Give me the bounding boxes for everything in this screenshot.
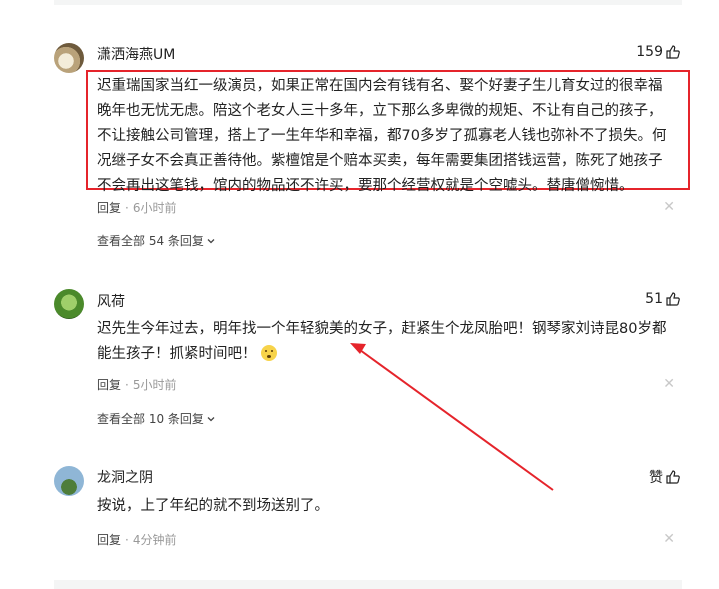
thumbs-up-icon xyxy=(666,45,680,59)
comment-meta: 回复 · 5小时前 xyxy=(97,376,176,393)
like-button[interactable]: 159 xyxy=(636,44,681,60)
comment-line: 不让接触公司管理，搭上了一生年华和幸福，都70多岁了孤寡老人钱也弥补不了损失。何 xyxy=(97,128,667,144)
comment-username[interactable]: 风荷 xyxy=(97,291,125,311)
like-label: 赞 xyxy=(649,470,663,486)
like-count: 51 xyxy=(645,291,663,307)
comment-meta: 回复 · 4分钟前 xyxy=(97,531,176,548)
reply-button[interactable]: 回复 xyxy=(97,199,121,216)
comment-time: 5小时前 xyxy=(132,378,177,392)
comment-meta: 回复 · 6小时前 xyxy=(97,199,176,216)
comment-username[interactable]: 潇洒海燕UM xyxy=(97,44,175,64)
avatar[interactable] xyxy=(54,43,84,73)
view-all-replies-link[interactable]: 查看全部 10 条回复 xyxy=(97,410,216,427)
chevron-down-icon xyxy=(207,238,215,243)
next-section-divider xyxy=(54,580,682,589)
comment-line: 按说，上了年纪的就不到场送别了。 xyxy=(97,498,329,514)
avatar[interactable] xyxy=(54,289,84,319)
comment-line: 不会再出这笔钱，馆内的物品还不许买，要那个经营权就是个空嘘头。替唐僧惋惜。 xyxy=(97,178,634,194)
surprised-face-icon xyxy=(261,345,278,361)
view-all-label: 查看全部 54 条回复 xyxy=(97,234,204,248)
close-icon[interactable]: ✕ xyxy=(663,376,675,392)
like-count: 159 xyxy=(636,44,663,60)
avatar[interactable] xyxy=(54,466,84,496)
view-all-replies-link[interactable]: 查看全部 54 条回复 xyxy=(97,232,216,249)
view-all-label: 查看全部 10 条回复 xyxy=(97,412,204,426)
comment-line: 况继子女不会真正善待他。紫檀馆是个赔本买卖，每年需要集团搭钱运营，陈死了她孩子 xyxy=(97,153,663,169)
close-icon[interactable]: ✕ xyxy=(663,199,675,215)
like-button[interactable]: 赞 xyxy=(649,467,681,487)
meta-separator: · xyxy=(125,200,129,215)
comment-time: 6小时前 xyxy=(132,201,177,215)
comment-line: 晚年也无忧无虑。陪这个老女人三十多年，立下那么多卑微的规矩、不让有自己的孩子， xyxy=(97,103,663,119)
comment-line: 能生孩子！抓紧时间吧！ xyxy=(97,346,257,362)
comment-username[interactable]: 龙洞之阴 xyxy=(97,467,153,487)
comment-line: 迟重瑞国家当红一级演员，如果正常在国内会有钱有名、娶个好妻子生儿育女过的很幸福 xyxy=(97,78,663,94)
comment-time: 4分钟前 xyxy=(132,533,177,547)
reply-button[interactable]: 回复 xyxy=(97,376,121,393)
close-icon[interactable]: ✕ xyxy=(663,531,675,547)
like-button[interactable]: 51 xyxy=(645,291,681,307)
previous-section-divider xyxy=(54,0,682,5)
comment-text: 按说，上了年纪的就不到场送别了。 xyxy=(97,494,685,519)
comment-line: 迟先生今年过去，明年找一个年轻貌美的女子，赶紧生个龙凤胎吧！钢琴家刘诗昆80岁都 xyxy=(97,321,667,337)
meta-separator: · xyxy=(125,532,129,547)
meta-separator: · xyxy=(125,377,129,392)
thumbs-up-icon xyxy=(666,470,680,484)
comment-text: 迟先生今年过去，明年找一个年轻貌美的女子，赶紧生个龙凤胎吧！钢琴家刘诗昆80岁都… xyxy=(97,317,685,367)
chevron-down-icon xyxy=(207,416,215,421)
reply-button[interactable]: 回复 xyxy=(97,531,121,548)
thumbs-up-icon xyxy=(666,292,680,306)
comment-text: 迟重瑞国家当红一级演员，如果正常在国内会有钱有名、娶个好妻子生儿育女过的很幸福 … xyxy=(97,74,685,199)
